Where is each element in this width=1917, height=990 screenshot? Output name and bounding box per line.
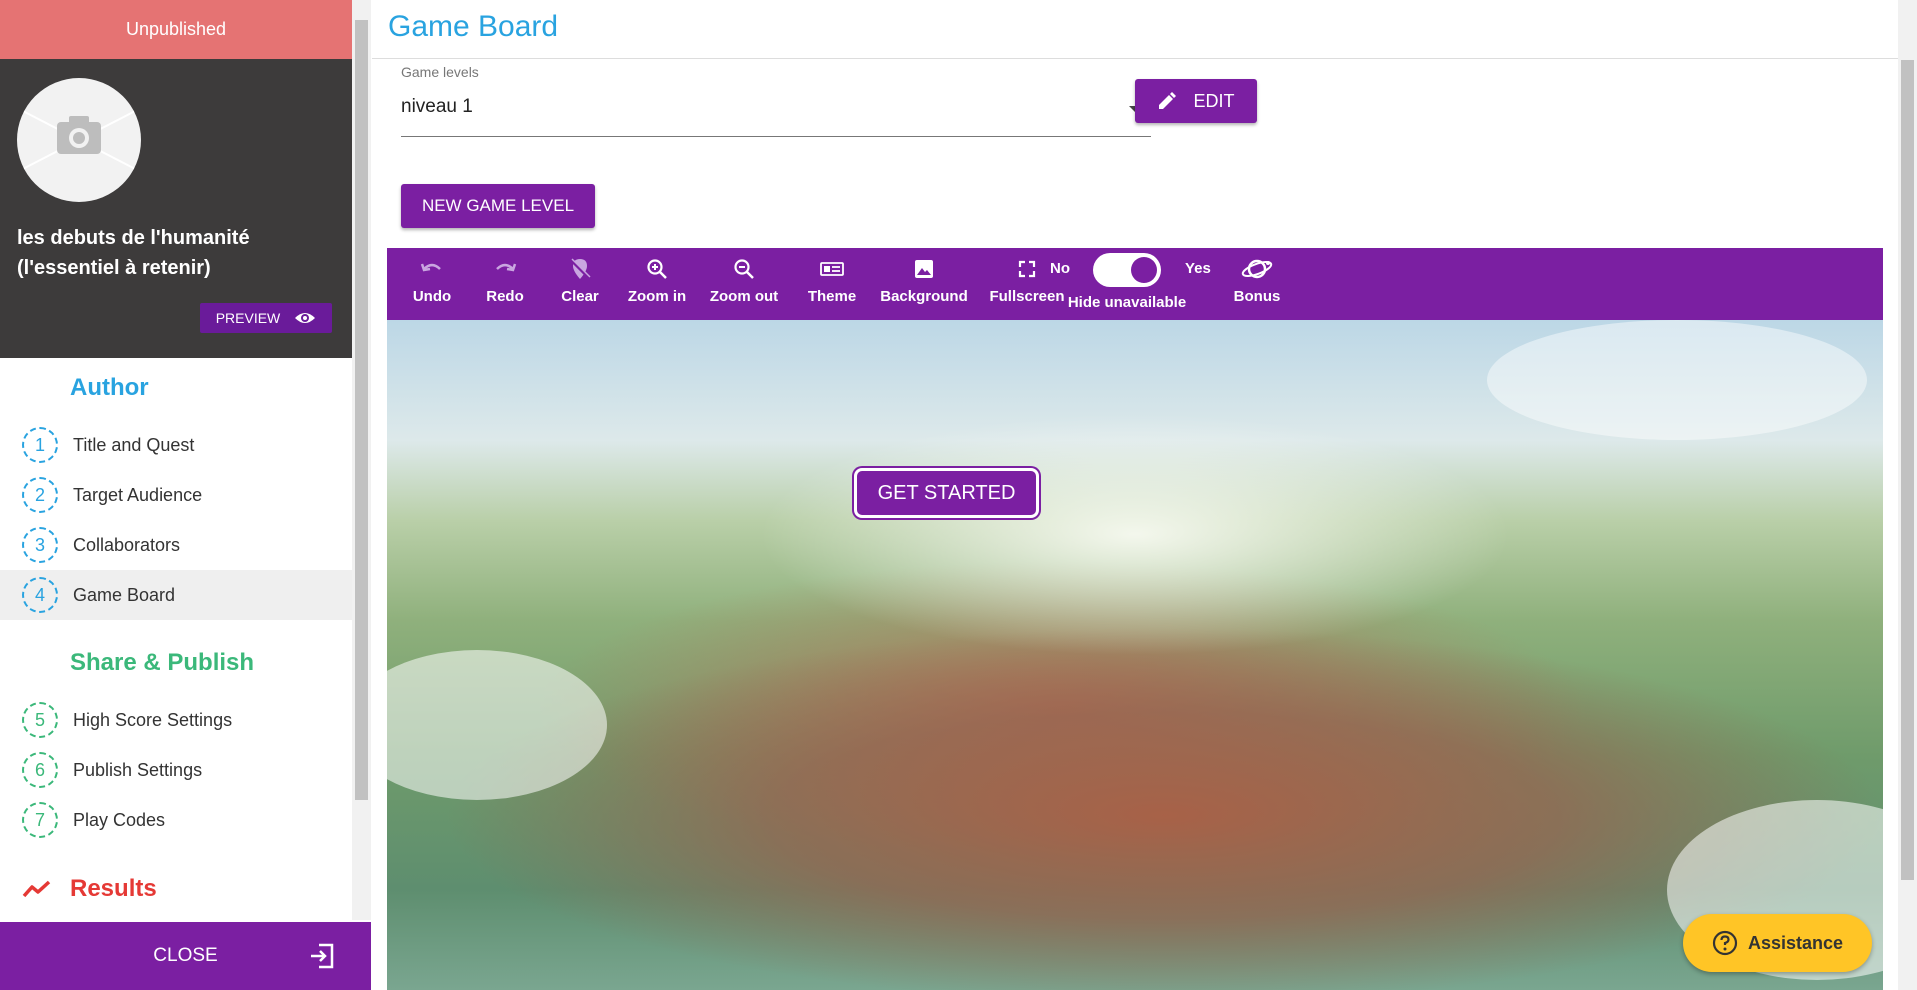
main-scrollbar[interactable] [1898, 0, 1917, 990]
zoom-in-button[interactable]: Zoom in [617, 248, 697, 320]
nav-label: High Score Settings [73, 709, 233, 730]
redo-button[interactable]: Redo [480, 248, 530, 320]
sidebar: Unpublished les debuts de l'humanité (l'… [0, 0, 352, 990]
hide-unavailable-label: Hide unavailable [1067, 294, 1187, 311]
location-off-icon [569, 258, 591, 280]
game-levels-value: niveau 1 [401, 96, 473, 117]
theme-label: Theme [807, 288, 857, 305]
redo-icon [496, 263, 517, 272]
get-started-button[interactable]: GET STARTED [854, 468, 1039, 518]
bonus-button[interactable]: Bonus [1222, 248, 1292, 320]
step-number: 6 [22, 752, 58, 788]
theme-button[interactable]: Theme [797, 248, 867, 320]
nav-label: Target Audience [73, 484, 203, 505]
undo-label: Undo [412, 288, 452, 305]
edit-label: EDIT [1193, 90, 1235, 111]
status-bar: Unpublished [0, 0, 352, 59]
theme-icon [820, 262, 844, 276]
clear-label: Clear [561, 288, 599, 305]
nav-label: Game Board [73, 584, 176, 605]
undo-icon [420, 263, 441, 272]
background-button[interactable]: Background [874, 248, 974, 320]
page-title: Game Board [388, 10, 559, 43]
eye-icon [295, 313, 316, 323]
trending-up-icon [22, 880, 51, 898]
fullscreen-button[interactable]: Fullscreen [977, 248, 1077, 320]
bonus-icon [1241, 259, 1273, 279]
nav-item-publish-settings[interactable]: 6 Publish Settings [0, 745, 352, 795]
nav-item-play-codes[interactable]: 7 Play Codes [0, 795, 352, 845]
nav-label: Play Codes [73, 809, 166, 830]
nav-label: Publish Settings [73, 759, 203, 780]
cloud-decoration [1487, 320, 1867, 440]
board-toolbar: Undo Redo Clear Zoom in Zoom out Theme B… [387, 248, 1883, 320]
zoom-out-icon [734, 259, 754, 279]
step-number: 2 [22, 477, 58, 513]
nav-item-results[interactable]: Results [0, 864, 352, 914]
help-icon [1712, 930, 1738, 956]
toggle-no-label: No [1050, 260, 1070, 277]
close-label: CLOSE [153, 945, 218, 966]
edit-button[interactable]: EDIT [1135, 79, 1257, 123]
background-label: Background [880, 288, 968, 305]
scrollbar-thumb[interactable] [355, 20, 368, 800]
toggle-yes-label: Yes [1185, 260, 1211, 277]
assistance-label: Assistance [1747, 932, 1844, 953]
hide-unavailable-toggle[interactable] [1093, 253, 1161, 287]
zoom-in-label: Zoom in [627, 288, 687, 305]
zoom-out-button[interactable]: Zoom out [699, 248, 789, 320]
step-number: 7 [22, 802, 58, 838]
image-icon [915, 260, 933, 278]
nav-item-target-audience[interactable]: 2 Target Audience [0, 470, 352, 520]
project-title: les debuts de l'humanité (l'essentiel à … [17, 227, 250, 279]
redo-label: Redo [486, 288, 524, 305]
nav-item-game-board[interactable]: 4 Game Board [0, 570, 352, 620]
divider [372, 58, 1898, 59]
game-levels-select[interactable]: niveau 1 [401, 92, 1151, 137]
fullscreen-label: Fullscreen [989, 288, 1065, 305]
share-section-title: Share & Publish [70, 649, 255, 676]
undo-button[interactable]: Undo [407, 248, 457, 320]
game-board-canvas[interactable]: GET STARTED [387, 320, 1883, 990]
camera-icon [17, 107, 141, 173]
sidebar-scrollbar[interactable] [352, 0, 371, 920]
nav-item-high-score-settings[interactable]: 5 High Score Settings [0, 695, 352, 745]
project-avatar[interactable] [17, 78, 141, 202]
nav-label: Collaborators [73, 534, 181, 555]
step-number: 5 [22, 702, 58, 738]
clear-button[interactable]: Clear [555, 248, 605, 320]
nav-item-title-and-quest[interactable]: 1 Title and Quest [0, 420, 352, 470]
zoom-in-icon [647, 259, 667, 279]
scrollbar-thumb[interactable] [1901, 60, 1914, 880]
exit-icon [311, 943, 334, 969]
results-title: Results [70, 875, 157, 902]
close-button[interactable]: CLOSE [0, 922, 371, 990]
main-content: Game Board Game levels niveau 1 EDIT NEW… [372, 0, 1898, 990]
step-number: 3 [22, 527, 58, 563]
nav-item-collaborators[interactable]: 3 Collaborators [0, 520, 352, 570]
step-number: 1 [22, 427, 58, 463]
preview-button[interactable]: PREVIEW [200, 303, 332, 333]
new-game-level-button[interactable]: NEW GAME LEVEL [401, 184, 595, 228]
preview-label: PREVIEW [215, 310, 281, 326]
assistance-button[interactable]: Assistance [1683, 914, 1872, 972]
pencil-icon [1159, 92, 1177, 109]
cloud-decoration [387, 650, 607, 800]
bonus-label: Bonus [1233, 288, 1281, 305]
project-card: les debuts de l'humanité (l'essentiel à … [0, 59, 352, 358]
step-number: 4 [22, 577, 58, 613]
toggle-knob [1131, 257, 1157, 283]
game-levels-label: Game levels [401, 64, 479, 80]
fullscreen-icon [1018, 260, 1036, 278]
get-started-label: GET STARTED [877, 481, 1016, 504]
author-section-title: Author [70, 374, 149, 401]
zoom-out-label: Zoom out [709, 288, 779, 305]
new-game-level-label: NEW GAME LEVEL [421, 196, 575, 215]
status-text: Unpublished [125, 19, 227, 39]
nav-label: Title and Quest [73, 434, 195, 455]
